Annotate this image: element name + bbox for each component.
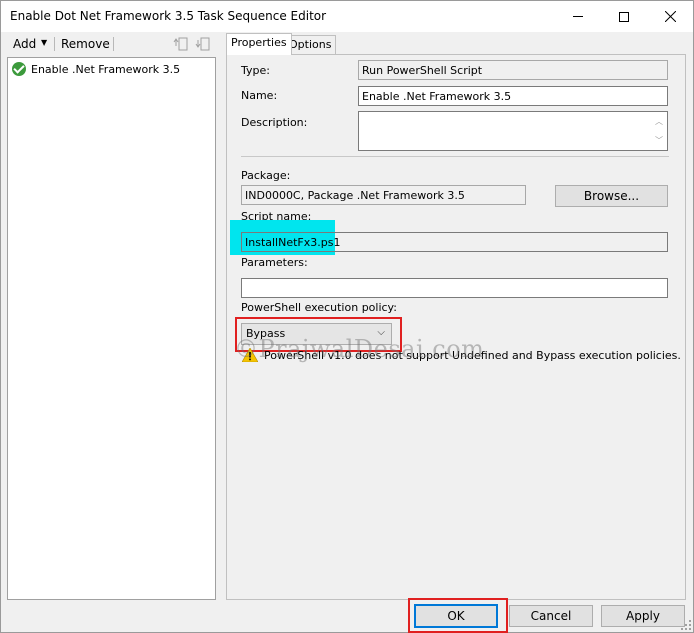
description-label: Description: bbox=[241, 116, 308, 129]
package-label: Package: bbox=[241, 169, 291, 182]
tree-item-label: Enable .Net Framework 3.5 bbox=[31, 62, 181, 76]
resize-grip-icon[interactable] bbox=[681, 620, 691, 630]
watermark-text: ©PrajwalDesai.com bbox=[234, 335, 485, 363]
task-sequence-tree: Enable .Net Framework 3.5 bbox=[7, 57, 216, 600]
title-bar: Enable Dot Net Framework 3.5 Task Sequen… bbox=[1, 1, 693, 32]
parameters-input[interactable] bbox=[241, 278, 668, 298]
maximize-button[interactable] bbox=[601, 1, 647, 32]
section-divider bbox=[241, 156, 669, 157]
scroll-down-icon: ﹀ bbox=[655, 136, 663, 145]
scroll-up-icon: ︿ bbox=[655, 117, 663, 126]
cancel-button[interactable]: Cancel bbox=[509, 605, 593, 627]
maximize-icon bbox=[619, 11, 629, 22]
chevron-down-icon: ▼ bbox=[41, 38, 48, 47]
remove-button[interactable]: Remove bbox=[61, 37, 110, 51]
toolbar-divider bbox=[54, 37, 55, 51]
tab-options[interactable]: Options bbox=[284, 35, 337, 55]
parameters-label: Parameters: bbox=[241, 256, 308, 269]
close-icon bbox=[664, 11, 676, 22]
apply-button[interactable]: Apply bbox=[601, 605, 685, 627]
move-down-icon[interactable] bbox=[195, 36, 211, 52]
script-name-input[interactable]: InstallNetFx3.ps1 bbox=[241, 232, 668, 252]
task-sequence-editor-window: Enable Dot Net Framework 3.5 Task Sequen… bbox=[0, 0, 694, 633]
execution-policy-label: PowerShell execution policy: bbox=[241, 301, 397, 314]
tree-item-enable-net-framework[interactable]: Enable .Net Framework 3.5 bbox=[12, 61, 180, 77]
browse-button[interactable]: Browse... bbox=[555, 185, 668, 207]
add-menu-button[interactable]: Add bbox=[13, 37, 36, 51]
package-field: IND0000C, Package .Net Framework 3.5 bbox=[241, 185, 526, 205]
type-field: Run PowerShell Script bbox=[358, 60, 668, 80]
close-button[interactable] bbox=[647, 1, 693, 32]
minimize-icon bbox=[573, 16, 583, 17]
type-label: Type: bbox=[241, 64, 270, 77]
minimize-button[interactable] bbox=[555, 1, 601, 32]
annotation-box-ok bbox=[408, 598, 508, 633]
green-check-icon bbox=[12, 62, 26, 76]
name-input[interactable]: Enable .Net Framework 3.5 bbox=[358, 86, 668, 106]
window-title: Enable Dot Net Framework 3.5 Task Sequen… bbox=[10, 9, 327, 23]
move-up-icon[interactable] bbox=[173, 36, 189, 52]
description-scrollbar[interactable]: ︿ ﹀ bbox=[652, 112, 667, 150]
description-textarea[interactable]: ︿ ﹀ bbox=[358, 111, 668, 151]
name-label: Name: bbox=[241, 89, 278, 102]
toolbar-divider bbox=[113, 37, 114, 51]
sequence-toolbar: Add ▼ Remove bbox=[7, 34, 219, 54]
tab-properties[interactable]: Properties bbox=[226, 33, 292, 55]
